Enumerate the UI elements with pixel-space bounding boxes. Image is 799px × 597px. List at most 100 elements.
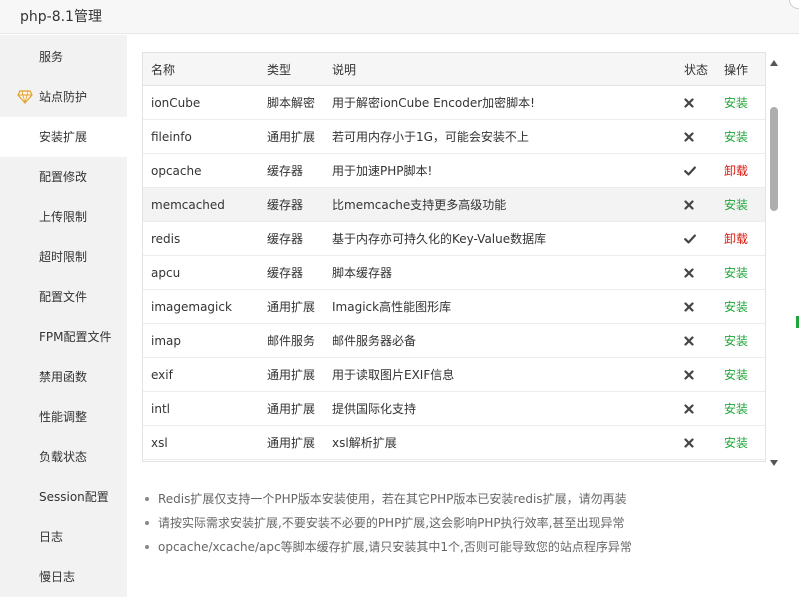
install-link[interactable]: 安装: [724, 86, 764, 119]
sidebar-item-fpm-config-file[interactable]: FPM配置文件: [0, 317, 127, 357]
extensions-table: 名称 类型 说明 状态 操作 ionCube 脚本解密 用于解密ionCube En…: [142, 52, 766, 462]
cell-type: 缓存器: [267, 232, 304, 246]
table-row: imap 邮件服务 邮件服务器必备 安装: [143, 324, 765, 358]
sidebar-item-label: 日志: [39, 530, 64, 544]
sidebar-item-site-protection[interactable]: 站点防护: [0, 77, 127, 117]
php-manager-dialog: php-8.1管理 服务 站点防护 安装扩展 配置修改 上传限制 超时限制 配置: [0, 0, 799, 597]
sidebar-item-install-extensions[interactable]: 安装扩展: [0, 117, 127, 157]
cell-state: [684, 358, 714, 391]
sidebar-item-label: 慢日志: [39, 570, 76, 584]
sidebar-item-label: 禁用函数: [39, 370, 88, 384]
cross-icon: [684, 199, 694, 210]
uninstall-link[interactable]: 卸载: [724, 154, 764, 187]
install-link[interactable]: 安装: [724, 256, 764, 289]
cell-desc: Imagick高性能图形库: [332, 300, 452, 314]
cell-type: 通用扩展: [267, 436, 316, 450]
cell-state: [684, 120, 714, 153]
install-link[interactable]: 安装: [724, 324, 764, 357]
sidebar-item-label: 服务: [39, 50, 64, 64]
cell-desc: 用于读取图片EXIF信息: [332, 368, 455, 382]
cell-name: exif: [151, 367, 173, 382]
sidebar-item-timeout-limit[interactable]: 超时限制: [0, 237, 127, 277]
sidebar-item-upload-limit[interactable]: 上传限制: [0, 197, 127, 237]
cell-name: apcu: [151, 265, 181, 280]
table-scrollbar[interactable]: [767, 52, 781, 466]
cell-type: 通用扩展: [267, 130, 316, 144]
table-row: ionCube 脚本解密 用于解密ionCube Encoder加密脚本! 安装: [143, 86, 765, 120]
cell-desc: 基于内存亦可持久化的Key-Value数据库: [332, 232, 547, 246]
install-link[interactable]: 安装: [724, 120, 764, 153]
sidebar-item-config-edit[interactable]: 配置修改: [0, 157, 127, 197]
install-link[interactable]: 安装: [724, 188, 764, 221]
sidebar-item-config-file[interactable]: 配置文件: [0, 277, 127, 317]
install-link[interactable]: 安装: [724, 392, 764, 425]
diamond-badge-icon: [17, 90, 33, 104]
cross-icon: [684, 369, 694, 380]
cross-icon: [684, 403, 694, 414]
sidebar-item-label: 超时限制: [39, 250, 88, 264]
cell-type: 通用扩展: [267, 368, 316, 382]
scroll-up-arrow-icon[interactable]: [770, 60, 778, 66]
sidebar: 服务 站点防护 安装扩展 配置修改 上传限制 超时限制 配置文件 FPM配置文件: [0, 35, 127, 597]
dialog-titlebar: php-8.1管理: [0, 0, 799, 34]
header-state: 状态: [684, 62, 709, 77]
cell-name: intl: [151, 401, 170, 416]
cross-icon: [684, 131, 694, 142]
sidebar-item-performance-tuning[interactable]: 性能调整: [0, 397, 127, 437]
cell-type: 通用扩展: [267, 402, 316, 416]
sidebar-item-service[interactable]: 服务: [0, 37, 127, 77]
cell-desc: 用于加速PHP脚本!: [332, 164, 433, 178]
sidebar-item-log[interactable]: 日志: [0, 517, 127, 557]
install-link[interactable]: 安装: [724, 290, 764, 323]
cross-icon: [684, 335, 694, 346]
cell-state: [684, 86, 714, 119]
check-icon: [684, 234, 696, 243]
cell-type: 通用扩展: [267, 300, 316, 314]
cross-icon: [684, 437, 694, 448]
cell-desc: 邮件服务器必备: [332, 334, 417, 348]
table-row: xsl 通用扩展 xsl解析扩展 安装: [143, 426, 765, 460]
sidebar-item-session-config[interactable]: Session配置: [0, 477, 127, 517]
table-header: 名称 类型 说明 状态 操作: [143, 53, 765, 86]
close-icon[interactable]: [789, 0, 799, 9]
cell-name: ionCube: [151, 95, 201, 110]
sidebar-item-label: 安装扩展: [39, 130, 88, 144]
table-row: memcached 缓存器 比memcache支持更多高级功能 安装: [143, 188, 765, 222]
install-link[interactable]: 安装: [724, 426, 764, 459]
sidebar-item-label: 配置文件: [39, 290, 88, 304]
table-row: intl 通用扩展 提供国际化支持 安装: [143, 392, 765, 426]
cell-state: [684, 324, 714, 357]
install-link[interactable]: 安装: [724, 358, 764, 391]
cell-name: fileinfo: [151, 129, 192, 144]
notes-list: Redis扩展仅支持一个PHP版本安装使用，若在其它PHP版本已安装redis扩…: [143, 487, 783, 559]
cell-name: memcached: [151, 197, 225, 212]
cross-icon: [684, 97, 694, 108]
cell-state: [684, 392, 714, 425]
scrollbar-thumb[interactable]: [770, 107, 778, 211]
header-type: 类型: [267, 62, 292, 77]
cell-desc: 脚本缓存器: [332, 266, 393, 280]
sidebar-item-label: 上传限制: [39, 210, 88, 224]
sidebar-item-slow-log[interactable]: 慢日志: [0, 557, 127, 597]
sidebar-item-disabled-functions[interactable]: 禁用函数: [0, 357, 127, 397]
dialog-title: php-8.1管理: [20, 9, 102, 25]
cell-desc: xsl解析扩展: [332, 436, 397, 450]
sidebar-item-label: 配置修改: [39, 170, 88, 184]
cell-type: 缓存器: [267, 164, 304, 178]
sidebar-item-label: 性能调整: [39, 410, 88, 424]
cell-desc: 比memcache支持更多高级功能: [332, 198, 507, 212]
cell-desc: 用于解密ionCube Encoder加密脚本!: [332, 96, 535, 110]
table-row: exif 通用扩展 用于读取图片EXIF信息 安装: [143, 358, 765, 392]
cross-icon: [684, 301, 694, 312]
uninstall-link[interactable]: 卸载: [724, 222, 764, 255]
header-op: 操作: [724, 62, 749, 77]
cell-type: 邮件服务: [267, 334, 316, 348]
table-row: apcu 缓存器 脚本缓存器 安装: [143, 256, 765, 290]
scroll-down-arrow-icon[interactable]: [770, 460, 778, 466]
sidebar-item-label: Session配置: [39, 490, 109, 504]
cross-icon: [684, 267, 694, 278]
cell-state: [684, 290, 714, 323]
cell-type: 缓存器: [267, 198, 304, 212]
list-item: Redis扩展仅支持一个PHP版本安装使用，若在其它PHP版本已安装redis扩…: [143, 487, 783, 511]
sidebar-item-load-status[interactable]: 负载状态: [0, 437, 127, 477]
